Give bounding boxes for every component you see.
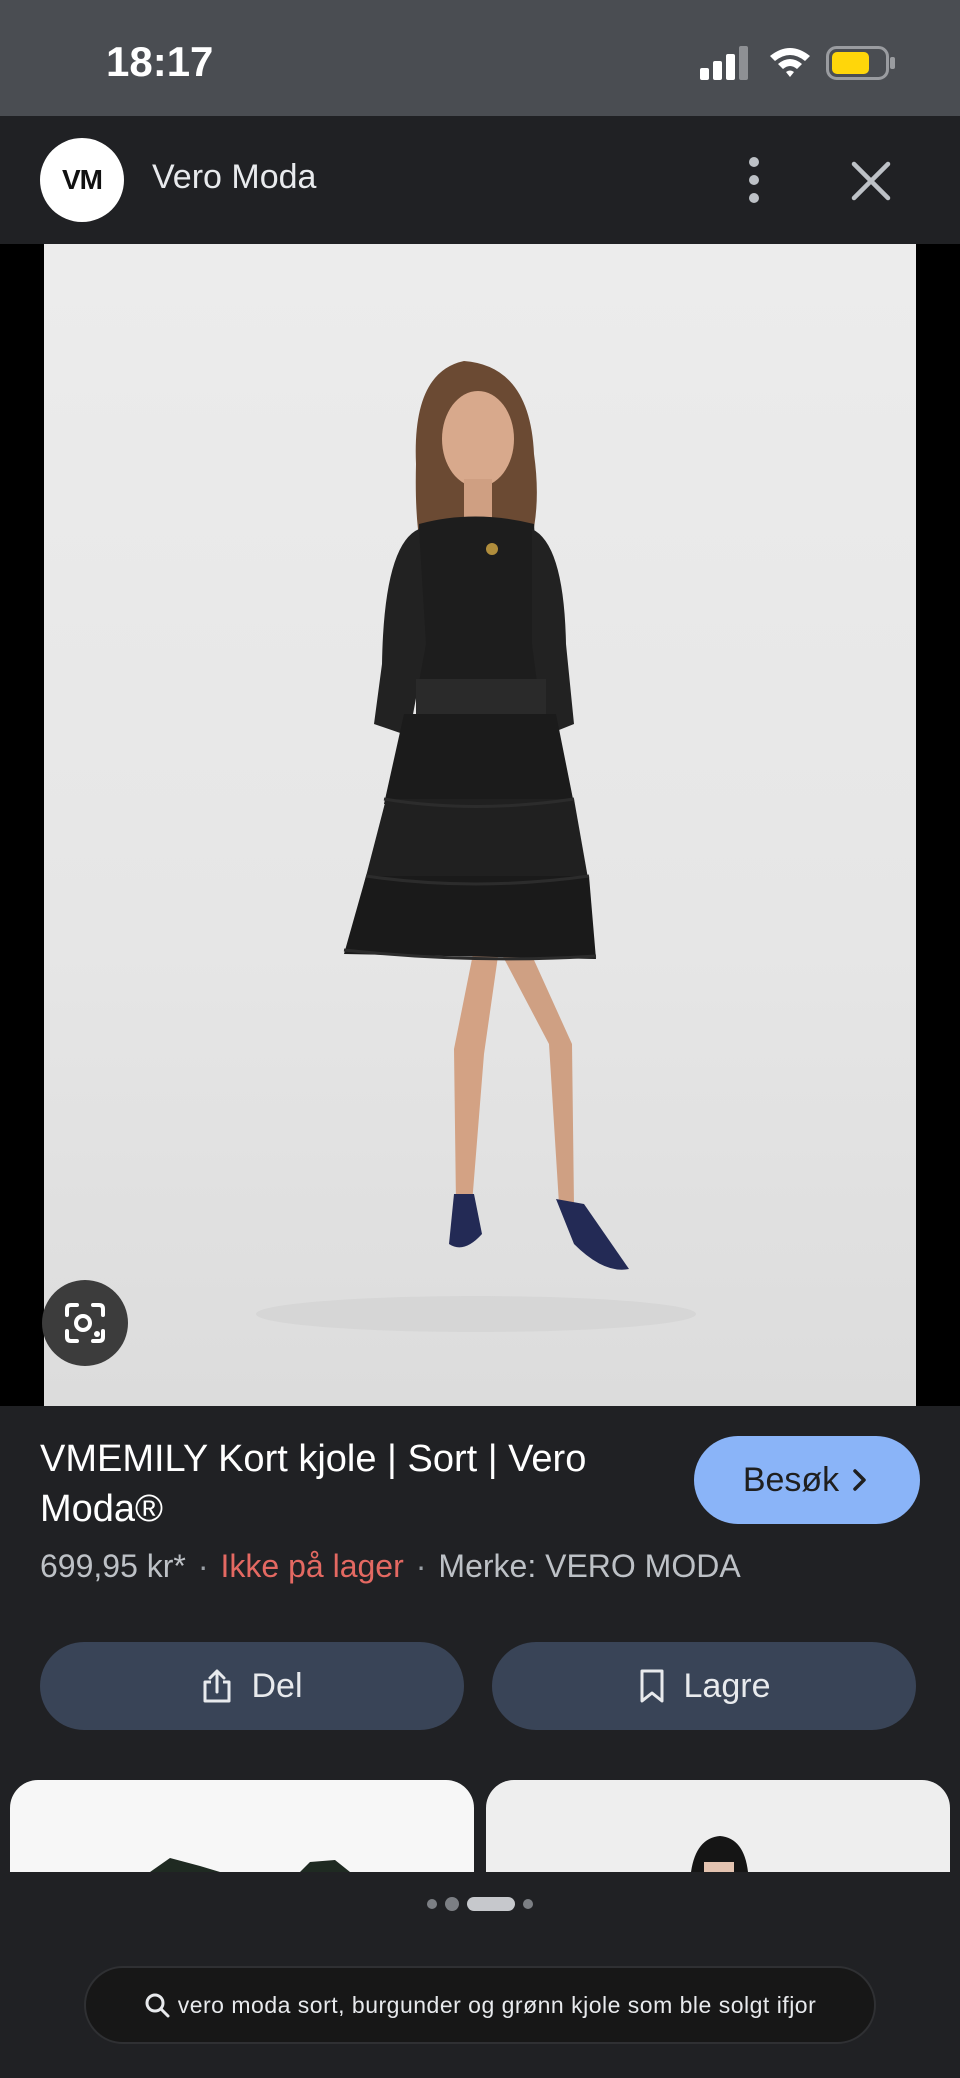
product-brand: Merke: VERO MODA <box>438 1548 741 1584</box>
lens-button[interactable] <box>42 1280 128 1366</box>
product-image[interactable] <box>44 244 916 1406</box>
wifi-icon <box>770 48 810 77</box>
pager-dot-active[interactable] <box>467 1897 515 1911</box>
pager-dot[interactable] <box>445 1897 459 1911</box>
search-query: vero moda sort, burgunder og grønn kjole… <box>177 1991 817 2018</box>
visit-button[interactable]: Besøk <box>694 1436 920 1524</box>
image-area <box>0 244 960 1406</box>
share-label: Del <box>251 1666 303 1705</box>
close-icon[interactable] <box>846 156 896 206</box>
search-icon <box>145 1993 170 2018</box>
related-result-card[interactable] <box>10 1780 474 1872</box>
pager-dot[interactable] <box>427 1899 437 1909</box>
status-time: 18:17 <box>106 38 214 85</box>
chevron-right-icon <box>853 1469 866 1491</box>
visit-label: Besøk <box>742 1460 840 1499</box>
lens-icon <box>65 1303 105 1343</box>
share-icon <box>203 1669 231 1703</box>
source-logo-text: VM <box>62 164 103 195</box>
pager-dot[interactable] <box>523 1899 533 1909</box>
bookmark-icon <box>640 1669 664 1703</box>
meta-separator: · <box>415 1548 427 1584</box>
product-price: 699,95 kr* <box>40 1548 186 1584</box>
battery-icon <box>826 46 895 80</box>
source-name[interactable]: Vero Moda <box>152 158 316 197</box>
status-bar: 18:17 <box>0 0 960 116</box>
save-button[interactable]: Lagre <box>492 1642 916 1730</box>
signal-icon <box>700 46 748 80</box>
product-title[interactable]: VMEMILY Kort kjole | Sort | Vero Moda® <box>40 1434 660 1534</box>
source-logo[interactable]: VM <box>40 138 124 222</box>
model-figure <box>256 361 696 1332</box>
source-header: VM Vero Moda <box>0 116 960 244</box>
more-vert-icon[interactable] <box>736 152 772 208</box>
save-label: Lagre <box>683 1666 771 1705</box>
image-viewer-page: 18:17 VM Vero Moda VMEMILY Kort kjole | … <box>0 0 960 2078</box>
share-button[interactable]: Del <box>40 1642 464 1730</box>
related-result-card[interactable] <box>486 1780 950 1872</box>
related-thumbnail <box>691 1836 748 1872</box>
meta-separator: · <box>197 1548 209 1584</box>
related-thumbnail <box>150 1858 350 1872</box>
stock-status: Ikke på lager <box>220 1548 404 1584</box>
product-meta: 699,95 kr* · Ikke på lager · Merke: VERO MOD… <box>40 1548 940 1585</box>
search-bar[interactable]: vero moda sort, burgunder og grønn kjole… <box>84 1966 876 2044</box>
pager-dots <box>0 1896 960 1912</box>
